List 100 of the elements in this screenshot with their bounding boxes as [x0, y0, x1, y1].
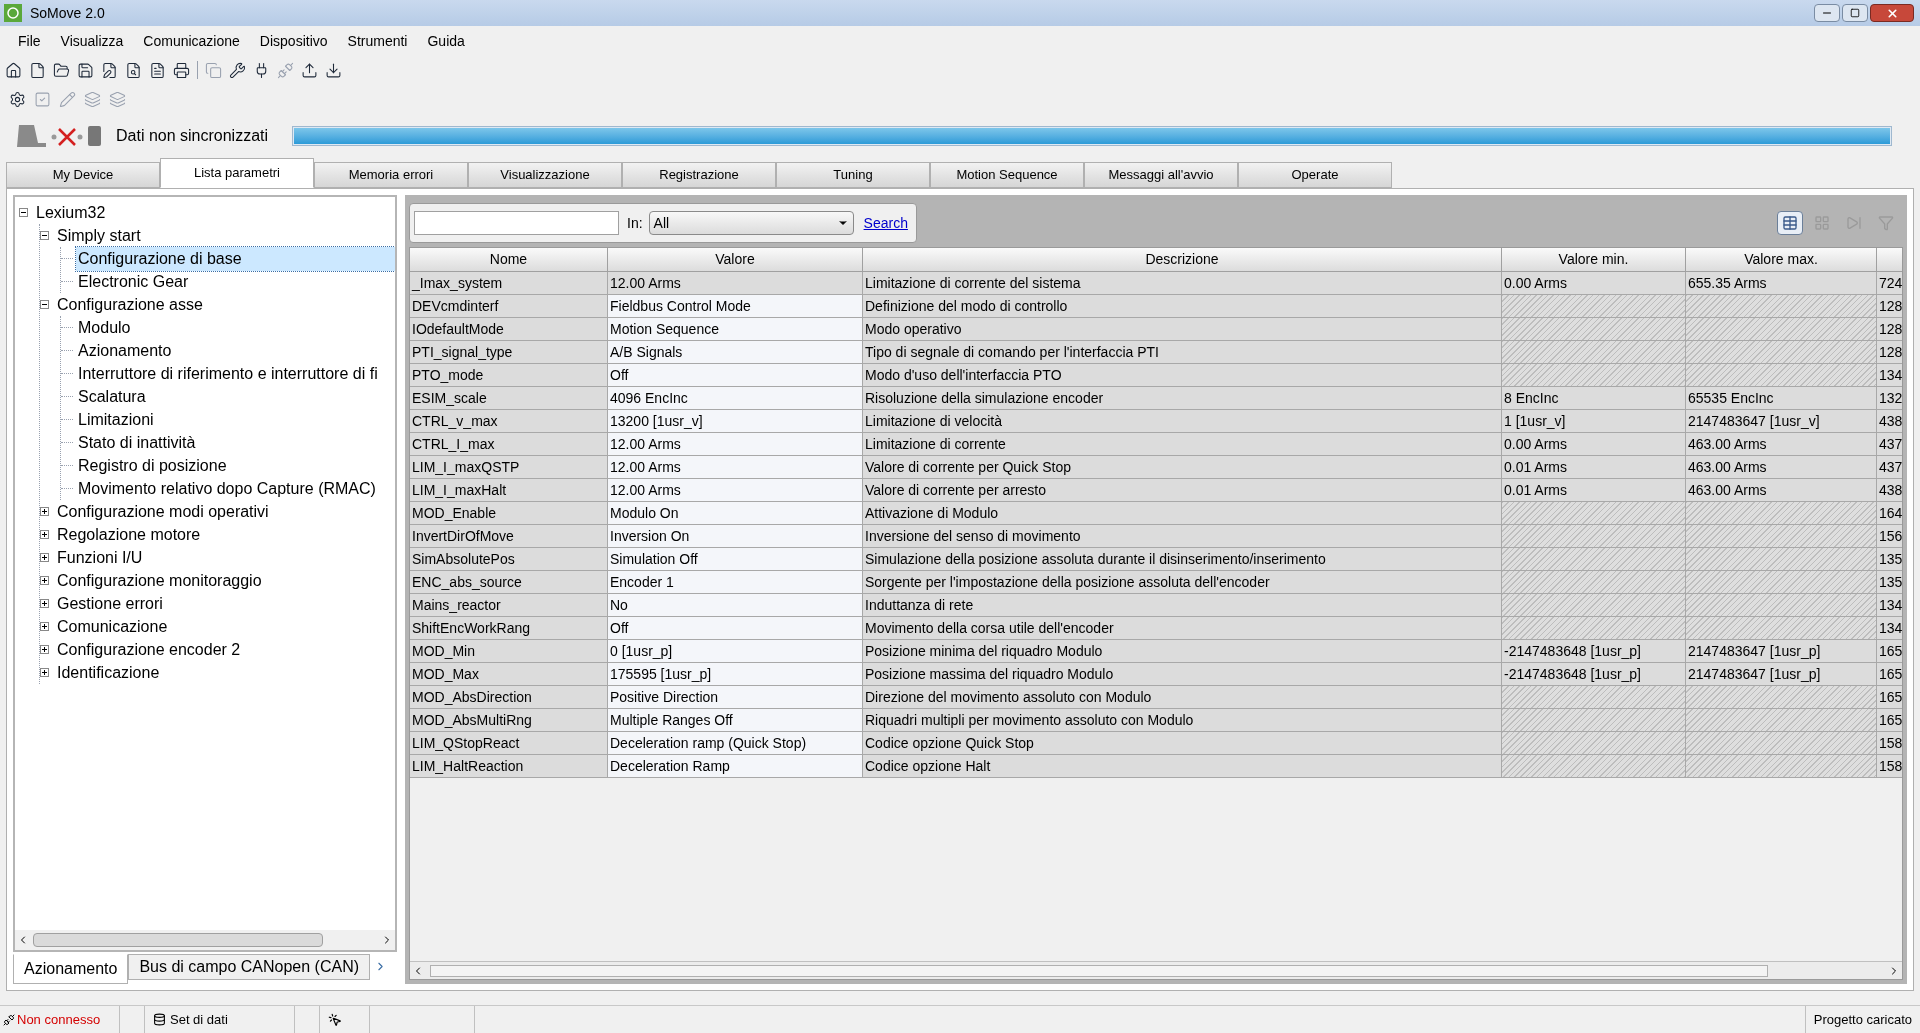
expand-icon[interactable]	[40, 645, 49, 654]
tab[interactable]: Lista parametri	[160, 158, 314, 188]
collapse-icon[interactable]	[40, 300, 49, 309]
menu-item[interactable]: Dispositivo	[249, 30, 338, 52]
value-cell[interactable]: Motion Sequence	[608, 318, 863, 340]
tab[interactable]: Visualizzazione	[468, 162, 622, 188]
table-cell: 8 EncInc	[1502, 387, 1686, 409]
tree-item[interactable]: Configurazione modi operativi	[55, 499, 271, 524]
tree-item[interactable]: Electronic Gear	[76, 269, 191, 294]
tree-item[interactable]: Identificazione	[55, 660, 162, 685]
tree-item[interactable]: Limitazioni	[76, 407, 156, 432]
column-header[interactable]: Valore	[608, 248, 863, 271]
menu-item[interactable]: File	[8, 30, 51, 52]
collapse-icon[interactable]	[19, 208, 28, 217]
table-cell-text: 438	[1878, 480, 1902, 500]
tree-item[interactable]: Stato di inattività	[76, 430, 198, 455]
value-cell[interactable]: 12.00 Arms	[608, 433, 863, 455]
table-cell: Limitazione di corrente	[863, 433, 1502, 455]
expand-icon[interactable]	[40, 553, 49, 562]
tab[interactable]: Azionamento	[13, 954, 129, 984]
value-cell[interactable]: Fieldbus Control Mode	[608, 295, 863, 317]
tree-item[interactable]: Gestione errori	[55, 591, 165, 616]
tab[interactable]: Registrazione	[622, 162, 776, 188]
value-cell[interactable]: 12.00 Arms	[608, 479, 863, 501]
tree-item[interactable]: Interruttore di riferimento e interruttore di fi	[76, 361, 380, 386]
search-link[interactable]: Search	[859, 212, 912, 234]
tree-item[interactable]: Comunicazione	[55, 614, 170, 639]
horizontal-scrollbar[interactable]	[410, 961, 1902, 979]
value-cell[interactable]: Encoder 1	[608, 571, 863, 593]
value-cell[interactable]: 12.00 Arms	[608, 272, 863, 294]
column-header[interactable]: Nome	[410, 248, 608, 271]
tree-item[interactable]: Configurazione monitoraggio	[55, 568, 264, 593]
expand-icon[interactable]	[40, 668, 49, 677]
tab[interactable]: My Device	[6, 162, 160, 188]
table-cell-text: 438	[1878, 411, 1902, 431]
table-cell: 2147483647 [1usr_p]	[1686, 663, 1877, 685]
collapse-icon[interactable]	[40, 231, 49, 240]
expand-icon[interactable]	[40, 622, 49, 631]
tab[interactable]: Memoria errori	[314, 162, 468, 188]
value-cell[interactable]: 0 [1usr_p]	[608, 640, 863, 662]
tree-item[interactable]: Configurazione di base	[76, 246, 395, 271]
menu-item[interactable]: Guida	[417, 30, 475, 52]
scope-dropdown[interactable]: All	[648, 211, 854, 235]
column-header[interactable]: Valore min.	[1502, 248, 1686, 271]
value-cell[interactable]: 13200 [1usr_v]	[608, 410, 863, 432]
value-cell[interactable]: Positive Direction	[608, 686, 863, 708]
tab[interactable]: Messaggi all'avvio	[1084, 162, 1238, 188]
menu-item[interactable]: Strumenti	[337, 30, 418, 52]
table-cell-text: 165	[1878, 687, 1902, 707]
tree-item[interactable]: Lexium32	[34, 200, 108, 225]
close-button[interactable]	[1870, 4, 1914, 22]
tree-item[interactable]: Azionamento	[76, 338, 174, 363]
value-cell[interactable]: Off	[608, 364, 863, 386]
search-field[interactable]	[414, 211, 619, 235]
tab[interactable]: Bus di campo CANopen (CAN)	[128, 954, 371, 980]
value-cell[interactable]: Multiple Ranges Off	[608, 709, 863, 731]
expand-icon[interactable]	[40, 576, 49, 585]
app-icon	[4, 4, 22, 22]
tree-item[interactable]: Modulo	[76, 315, 133, 340]
tree-item[interactable]: Configurazione encoder 2	[55, 637, 243, 662]
tab[interactable]: Motion Sequence	[930, 162, 1084, 188]
value-cell[interactable]: No	[608, 594, 863, 616]
table-cell-text: 724	[1878, 273, 1902, 293]
value-cell[interactable]: 175595 [1usr_p]	[608, 663, 863, 685]
value-cell[interactable]: 4096 EncInc	[608, 387, 863, 409]
value-cell[interactable]: Off	[608, 617, 863, 639]
tree-item[interactable]: Scalatura	[76, 384, 148, 409]
value-cell[interactable]: Inversion On	[608, 525, 863, 547]
value-cell[interactable]: Deceleration Ramp	[608, 755, 863, 777]
expand-icon[interactable]	[40, 530, 49, 539]
tree-item[interactable]: Regolazione motore	[55, 522, 203, 547]
horizontal-scrollbar[interactable]	[15, 930, 395, 950]
tree-item[interactable]: Registro di posizione	[76, 453, 229, 478]
filter-icon	[1878, 215, 1894, 231]
expand-icon[interactable]	[40, 507, 49, 516]
pointer-icon[interactable]	[328, 1012, 342, 1027]
column-header[interactable]: Valore max.	[1686, 248, 1877, 271]
menu-item[interactable]: Comunicazione	[133, 30, 250, 52]
table-cell-text: 135	[1878, 572, 1902, 592]
tab[interactable]: Tuning	[776, 162, 930, 188]
tab[interactable]: Operate	[1238, 162, 1392, 188]
expand-icon[interactable]	[40, 599, 49, 608]
tree-item[interactable]: Funzioni I/U	[55, 545, 145, 570]
tree-item[interactable]: Configurazione asse	[55, 292, 205, 317]
table-cell-text: 128	[1878, 296, 1902, 316]
menu-item[interactable]: Visualizza	[50, 30, 134, 52]
disconnected-icon	[3, 1013, 15, 1026]
value-cell[interactable]: A/B Signals	[608, 341, 863, 363]
table-cell: 0.00 Arms	[1502, 272, 1686, 294]
column-header[interactable]: Descrizione	[863, 248, 1502, 271]
tree-item[interactable]: Movimento relativo dopo Capture (RMAC)	[76, 476, 378, 501]
value-cell[interactable]: Simulation Off	[608, 548, 863, 570]
value-cell[interactable]: Modulo On	[608, 502, 863, 524]
table-cell: 655.35 Arms	[1686, 272, 1877, 294]
value-cell[interactable]: 12.00 Arms	[608, 456, 863, 478]
value-cell[interactable]: Deceleration ramp (Quick Stop)	[608, 732, 863, 754]
restore-button[interactable]	[1842, 4, 1868, 22]
table-view-button[interactable]	[1777, 211, 1803, 235]
tree-item[interactable]: Simply start	[55, 223, 143, 248]
minimize-button[interactable]	[1814, 4, 1840, 22]
